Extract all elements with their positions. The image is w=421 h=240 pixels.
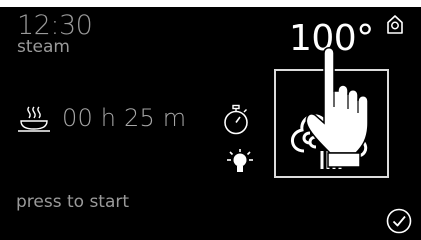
cooking-timer[interactable]: 00 h 25 m xyxy=(16,103,186,133)
timer-duration: 00 h 25 m xyxy=(62,104,187,132)
cooking-mode-label[interactable]: steam xyxy=(17,39,70,56)
stopwatch-icon[interactable] xyxy=(222,104,250,136)
lamp-icon[interactable] xyxy=(226,148,254,176)
dish-steam-icon xyxy=(18,106,50,132)
clock-time: 12:30 xyxy=(17,10,93,41)
check-circle-icon[interactable] xyxy=(386,208,412,234)
home-icon[interactable] xyxy=(384,13,406,35)
top-bar xyxy=(0,0,421,7)
pointing-hand-icon xyxy=(305,47,369,168)
start-prompt: press to start xyxy=(16,192,130,212)
oven-control-screen: 12:30 steam 100° 00 h 25 m press to star… xyxy=(0,7,421,240)
